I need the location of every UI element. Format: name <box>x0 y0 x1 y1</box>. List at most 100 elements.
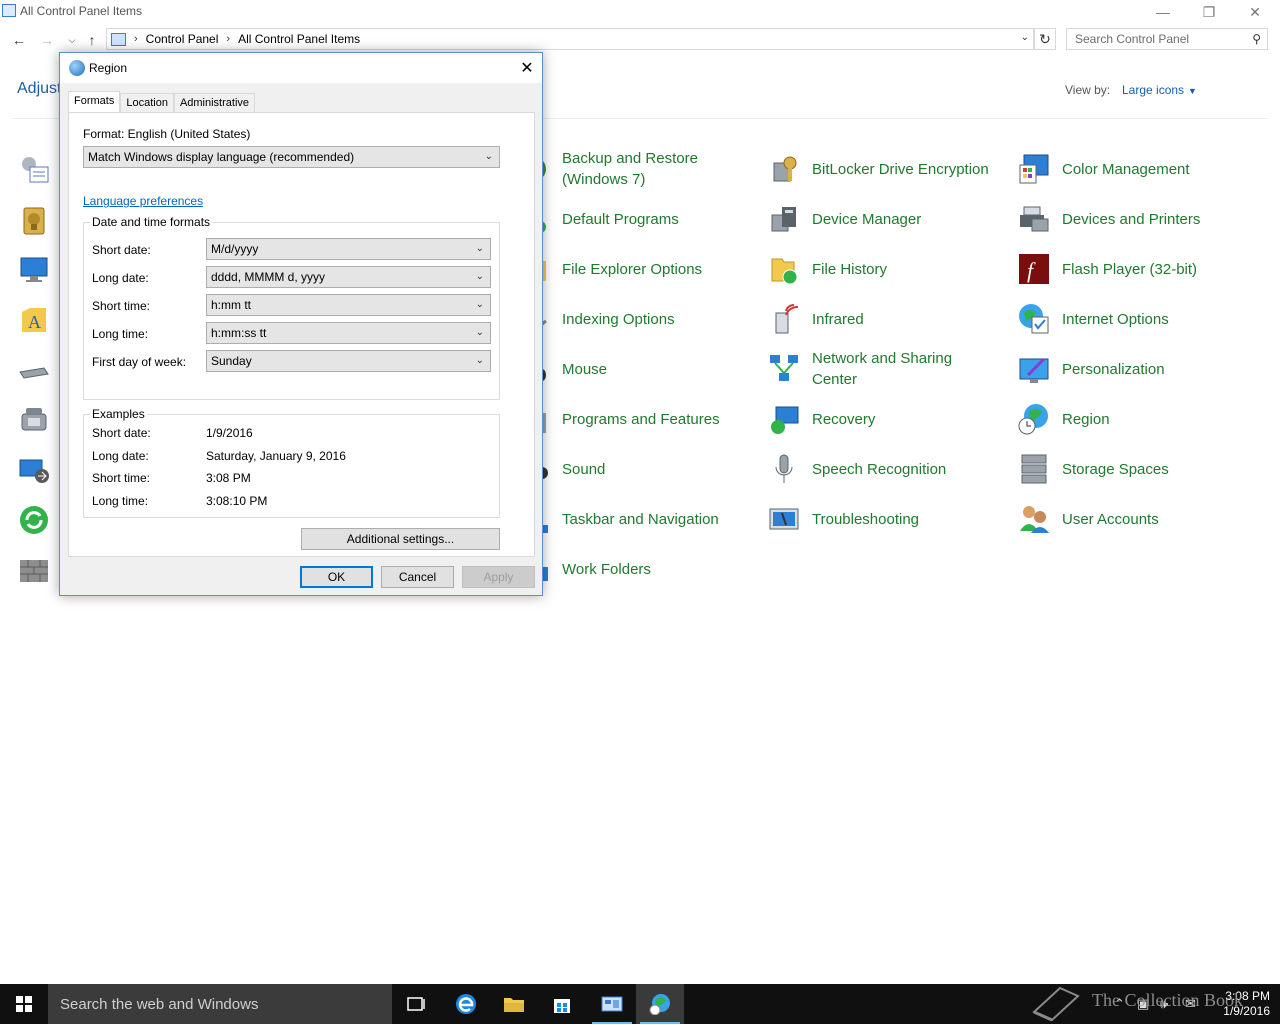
cp-item-taskbar-navigation[interactable]: Taskbar and Navigation <box>518 497 763 541</box>
forward-arrow-icon[interactable]: → <box>37 30 57 50</box>
remoteapp-connections-icon[interactable] <box>18 454 50 486</box>
chevron-down-icon: ⌄ <box>475 299 484 310</box>
apply-button[interactable]: Apply <box>462 566 535 588</box>
edge-browser-icon[interactable] <box>442 984 490 1024</box>
credential-manager-icon[interactable] <box>18 204 50 236</box>
chevron-right-icon[interactable]: › <box>226 33 230 45</box>
cp-item-recovery[interactable]: Recovery <box>768 397 1013 441</box>
example-long-time-value: 3:08:10 PM <box>206 494 268 508</box>
cp-item-troubleshooting[interactable]: Troubleshooting <box>768 497 1013 541</box>
cp-item-label: Default Programs <box>562 210 679 228</box>
fonts-icon[interactable]: A <box>18 304 50 336</box>
microphone-icon <box>768 453 800 485</box>
cp-item-file-history[interactable]: File History <box>768 247 1013 291</box>
tab-administrative[interactable]: Administrative <box>173 93 256 113</box>
format-label: Format: English (United States) <box>83 127 251 141</box>
long-date-select[interactable]: dddd, MMMM d, yyyy ⌄ <box>206 266 491 288</box>
cp-item-region[interactable]: Region <box>1018 397 1263 441</box>
tab-location[interactable]: Location <box>120 93 174 113</box>
format-select[interactable]: Match Windows display language (recommen… <box>83 146 500 168</box>
long-date-value: dddd, MMMM d, yyyy <box>211 270 326 284</box>
refresh-icon[interactable]: ↻ <box>1034 28 1056 50</box>
cancel-button[interactable]: Cancel <box>381 566 454 588</box>
cp-item-device-manager[interactable]: Device Manager <box>768 197 1013 241</box>
cp-item-infrared[interactable]: Infrared <box>768 297 1013 341</box>
region-globe-icon <box>69 60 85 76</box>
view-by-dropdown[interactable]: Large icons ▼ <box>1122 83 1197 97</box>
bitlocker-key-icon <box>768 153 800 185</box>
sync-center-icon[interactable] <box>18 504 50 536</box>
cp-item-label: Work Folders <box>562 560 651 578</box>
long-time-select[interactable]: h:mm:ss tt ⌄ <box>206 322 491 344</box>
cp-item-color-management[interactable]: Color Management <box>1018 147 1263 191</box>
chevron-down-icon[interactable]: ⌄ <box>1021 32 1029 43</box>
date-time-formats-group: Date and time formats Short date: M/d/yy… <box>83 215 500 400</box>
cp-item-internet-options[interactable]: Internet Options <box>1018 297 1263 341</box>
start-button[interactable] <box>0 984 48 1024</box>
language-preferences-link[interactable]: Language preferences <box>83 194 203 208</box>
close-button[interactable]: ✕ <box>1232 0 1278 24</box>
cp-item-speech-recognition[interactable]: Speech Recognition <box>768 447 1013 491</box>
examples-title: Examples <box>90 407 147 421</box>
chevron-right-icon[interactable]: › <box>134 33 138 45</box>
taskbar-search-input[interactable]: Search the web and Windows <box>48 984 392 1024</box>
first-day-select[interactable]: Sunday ⌄ <box>206 350 491 372</box>
action-center-icon[interactable] <box>18 154 50 186</box>
cp-item-work-folders[interactable]: Work Folders <box>518 547 763 591</box>
cp-item-programs-features[interactable]: Programs and Features <box>518 397 763 441</box>
cp-item-indexing-options[interactable]: Indexing Options <box>518 297 763 341</box>
region-taskbar-icon[interactable] <box>636 984 684 1024</box>
cp-item-file-explorer-options[interactable]: File Explorer Options <box>518 247 763 291</box>
windows-logo-icon <box>16 996 32 1012</box>
up-arrow-icon[interactable]: ↑ <box>82 30 102 50</box>
personalization-icon <box>1018 353 1050 385</box>
cp-item-flash-player[interactable]: f Flash Player (32-bit) <box>1018 247 1263 291</box>
breadcrumb-control-panel[interactable]: Control Panel <box>146 32 219 46</box>
additional-settings-button[interactable]: Additional settings... <box>301 528 500 550</box>
cp-item-devices-printers[interactable]: Devices and Printers <box>1018 197 1263 241</box>
cp-item-storage-spaces[interactable]: Storage Spaces <box>1018 447 1263 491</box>
back-arrow-icon[interactable]: ← <box>9 30 29 50</box>
cp-item-sound[interactable]: Sound <box>518 447 763 491</box>
breadcrumb-all-items[interactable]: All Control Panel Items <box>238 32 360 46</box>
short-date-select[interactable]: M/d/yyyy ⌄ <box>206 238 491 260</box>
file-explorer-icon[interactable] <box>490 984 538 1024</box>
storage-spaces-icon <box>1018 453 1050 485</box>
infrared-icon <box>768 303 800 335</box>
cp-item-bitlocker[interactable]: BitLocker Drive Encryption <box>768 147 1013 191</box>
internet-options-icon <box>1018 303 1050 335</box>
dialog-title-bar: Region ✕ <box>60 53 542 83</box>
long-time-value: h:mm:ss tt <box>211 326 267 340</box>
ok-button[interactable]: OK <box>300 566 373 588</box>
cp-item-network-sharing[interactable]: Network and Sharing Center <box>768 347 1013 391</box>
keyboard-icon[interactable] <box>18 354 50 386</box>
windows-firewall-icon[interactable] <box>18 554 50 586</box>
phone-and-modem-icon[interactable] <box>18 404 50 436</box>
search-input[interactable]: Search Control Panel ⚲ <box>1066 28 1268 50</box>
cp-item-label: Personalization <box>1062 360 1165 378</box>
store-icon[interactable] <box>538 984 586 1024</box>
search-icon[interactable]: ⚲ <box>1252 32 1261 46</box>
maximize-button[interactable]: ❐ <box>1186 0 1232 24</box>
cp-item-label: Indexing Options <box>562 310 675 328</box>
search-placeholder: Search Control Panel <box>1075 32 1190 46</box>
address-bar[interactable]: › Control Panel › All Control Panel Item… <box>106 28 1034 50</box>
dialog-close-button[interactable]: ✕ <box>516 57 538 79</box>
cp-item-backup-restore[interactable]: Backup and Restore (Windows 7) <box>518 147 763 191</box>
cp-item-user-accounts[interactable]: User Accounts <box>1018 497 1263 541</box>
cp-item-default-programs[interactable]: Default Programs <box>518 197 763 241</box>
task-view-icon[interactable] <box>392 984 440 1024</box>
control-panel-taskbar-icon[interactable] <box>588 984 636 1024</box>
cp-item-mouse[interactable]: Mouse <box>518 347 763 391</box>
cp-item-label: Recovery <box>812 410 876 428</box>
cp-item-label: Devices and Printers <box>1062 210 1201 228</box>
short-time-select[interactable]: h:mm tt ⌄ <box>206 294 491 316</box>
cp-item-personalization[interactable]: Personalization <box>1018 347 1263 391</box>
display-icon[interactable] <box>18 254 50 286</box>
recent-locations-chevron-icon[interactable]: ⌵ <box>62 30 82 50</box>
view-by-label: View by: <box>1065 83 1111 97</box>
tab-formats[interactable]: Formats <box>68 91 121 113</box>
date-time-formats-title: Date and time formats <box>90 215 213 229</box>
cp-item-label: Backup and Restore (Windows 7) <box>562 150 698 188</box>
minimize-button[interactable]: — <box>1140 0 1186 24</box>
